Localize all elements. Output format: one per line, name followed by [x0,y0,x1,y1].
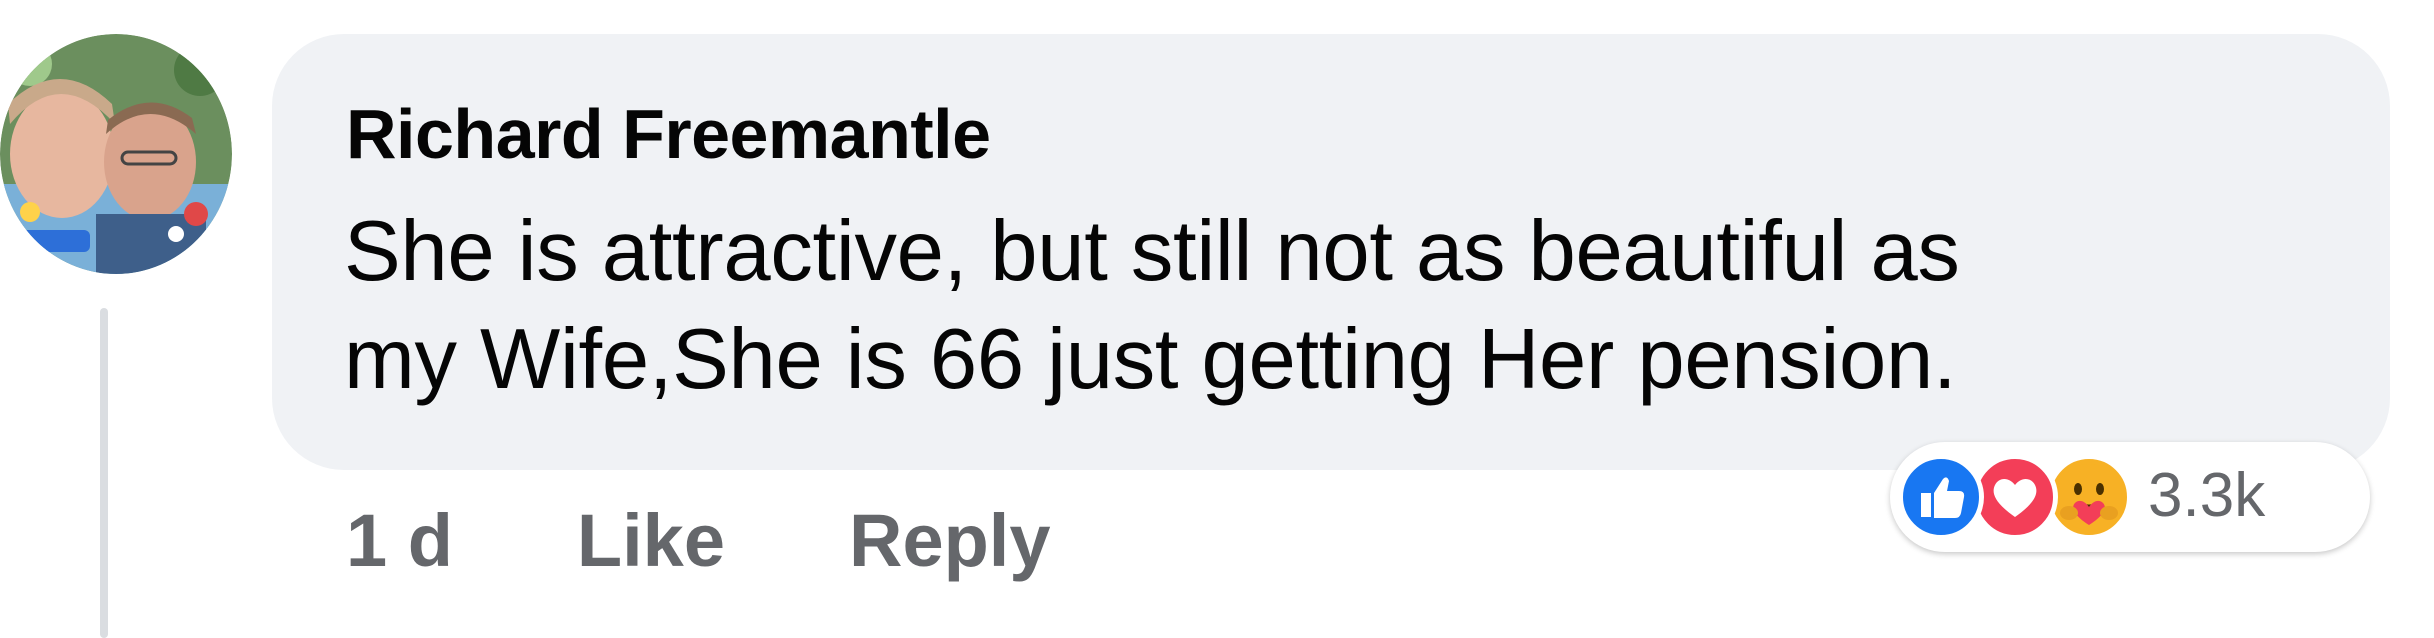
comment-text: She is attractive, but still not as beau… [344,198,2304,414]
comment-timestamp[interactable]: 1 d [346,498,453,583]
care-icon [2046,454,2132,540]
profile-photo [0,34,232,274]
like-button[interactable]: Like [577,498,725,583]
comment-text-line: She is attractive, but still not as beau… [344,204,1960,299]
thread-line [100,308,108,638]
comment-author[interactable]: Richard Freemantle [346,94,991,174]
love-icon [1972,454,2058,540]
comment-bubble: Richard Freemantle She is attractive, bu… [272,34,2390,470]
comment-thread: Richard Freemantle She is attractive, bu… [0,0,2434,638]
comment-text-line: my Wife,She is 66 just getting Her pensi… [344,312,1957,407]
reaction-count: 3.3k [2148,461,2266,530]
avatar[interactable] [0,34,232,274]
comment-actions: 1 d Like Reply [346,490,1051,590]
like-icon [1898,454,1984,540]
reply-button[interactable]: Reply [849,498,1051,583]
reactions-summary[interactable]: 3.3k [1890,442,2370,552]
